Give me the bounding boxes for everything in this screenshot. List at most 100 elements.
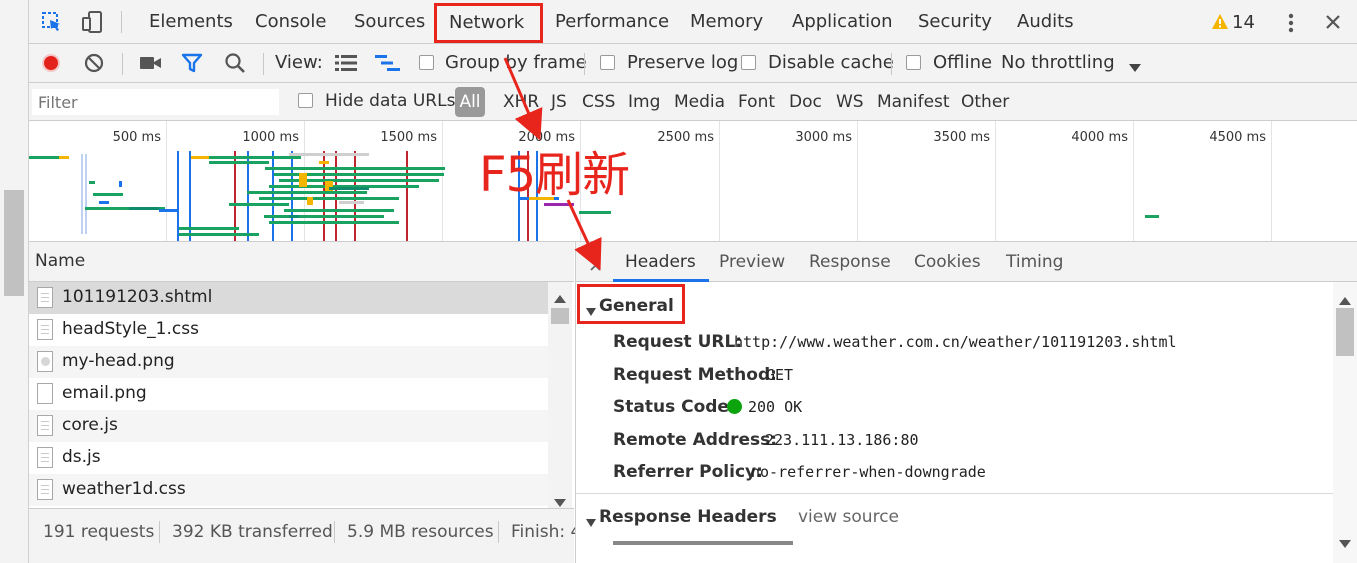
general-section-title[interactable]: General [599,296,674,316]
tab-cookies[interactable]: Cookies [914,252,981,272]
network-toolbar: View: Group by frame Preserve log Disabl… [29,44,1357,83]
scroll-down-arrow-icon[interactable] [1339,533,1351,548]
divider [498,521,499,543]
type-filter-font[interactable]: Font [738,92,775,112]
table-row[interactable]: weather1d.css [29,474,548,506]
inspect-element-icon[interactable] [41,11,63,33]
response-headers-title[interactable]: Response Headers [599,507,777,527]
timeline-tick: 3000 ms [795,130,852,145]
disable-cache-checkbox[interactable] [741,55,756,70]
throttling-select[interactable]: No throttling [1001,52,1115,73]
scroll-down-arrow-icon[interactable] [554,492,566,507]
referrer-policy-label: Referrer Policy: [613,462,763,482]
type-filter-css[interactable]: CSS [582,92,615,112]
view-source-link[interactable]: view source [798,507,899,527]
referrer-policy-value: no-referrer-when-downgrade [751,463,986,481]
tab-performance[interactable]: Performance [555,0,669,44]
warning-count[interactable]: 14 [1232,12,1255,33]
script-file-icon [37,447,53,468]
type-filter-manifest[interactable]: Manifest [877,92,950,112]
triangle-down-icon[interactable] [586,512,596,527]
tab-network[interactable]: Network [434,3,543,43]
more-menu-icon[interactable] [1287,12,1295,34]
left-scrollbar-thumb[interactable] [4,190,24,296]
table-row[interactable]: ds.js [29,442,548,474]
tab-sources[interactable]: Sources [354,0,425,44]
request-list: 101191203.shtml headStyle_1.css my-head.… [29,282,574,508]
scroll-up-arrow-icon[interactable] [554,288,566,303]
tab-memory[interactable]: Memory [690,0,763,44]
timeline-tick: 4500 ms [1209,130,1266,145]
request-name: headStyle_1.css [62,319,199,339]
tab-timing[interactable]: Timing [1006,252,1063,272]
close-icon[interactable] [1325,14,1341,30]
filter-bar: Hide data URLs All XHR JS CSS Img Media … [29,83,1357,121]
type-filter-img[interactable]: Img [628,92,660,112]
tab-application[interactable]: Application [792,0,893,44]
scrollbar-thumb[interactable] [551,308,569,324]
stylesheet-file-icon [37,319,53,340]
divider [263,53,264,75]
type-filter-ws[interactable]: WS [836,92,864,112]
group-by-frame-checkbox[interactable] [419,55,434,70]
search-icon[interactable] [224,52,246,74]
screenshot-camera-icon[interactable] [140,55,162,71]
type-filter-doc[interactable]: Doc [789,92,822,112]
request-url-label: Request URL: [613,332,743,352]
warning-icon[interactable] [1211,13,1229,31]
timeline-overview[interactable]: 500 ms 1000 ms 1500 ms 2000 ms 2500 ms 3… [29,121,1357,242]
tab-response[interactable]: Response [809,252,891,272]
tab-console[interactable]: Console [255,0,326,44]
offline-label: Offline [933,52,993,73]
triangle-down-icon[interactable] [586,301,596,316]
image-file-icon [37,351,53,372]
table-row[interactable]: headStyle_1.css [29,314,548,346]
image-file-icon [37,383,53,404]
tab-elements[interactable]: Elements [149,0,233,44]
table-row[interactable]: 101191203.shtml [29,282,548,314]
table-row[interactable]: email.png [29,378,548,410]
type-filter-media[interactable]: Media [674,92,725,112]
type-filter-other[interactable]: Other [961,92,1009,112]
device-toolbar-icon[interactable] [81,10,105,34]
preserve-log-checkbox[interactable] [600,55,615,70]
tab-preview[interactable]: Preview [719,252,785,272]
name-column-header[interactable]: Name [29,242,574,282]
group-by-frame-label: Group by frame [445,52,587,73]
close-detail-icon[interactable] [590,256,601,271]
filter-funnel-icon[interactable] [181,53,203,73]
status-code-label: Status Code: [613,397,736,417]
large-rows-list-icon[interactable] [335,54,357,72]
hide-data-urls-checkbox[interactable] [298,93,313,108]
headers-panel-scrollbar[interactable] [1333,282,1357,563]
type-filter-xhr[interactable]: XHR [503,92,539,112]
table-row[interactable]: my-head.png [29,346,548,378]
record-icon[interactable] [41,53,61,73]
type-filter-all[interactable]: All [455,87,485,117]
hide-data-urls-label: Hide data URLs [325,91,456,111]
transferred-size: 392 KB transferred [172,522,333,542]
devtools-tabbar: Elements Console Sources Network Perform… [29,0,1357,44]
request-list-scrollbar[interactable] [548,282,572,508]
tab-security[interactable]: Security [918,0,992,44]
filter-input[interactable] [32,89,279,115]
clear-icon[interactable] [84,53,104,73]
waterfall-overview-icon[interactable] [375,54,401,72]
offline-checkbox[interactable] [906,55,921,70]
tab-audits[interactable]: Audits [1017,0,1074,44]
timeline-tick: 4000 ms [1071,130,1128,145]
request-name: ds.js [62,447,101,467]
request-detail-tabs: Headers Preview Response Cookies Timing [575,242,1357,282]
request-name: weather1d.css [62,479,186,499]
disable-cache-label: Disable cache [768,52,894,73]
request-url-value: http://www.weather.com.cn/weather/101191… [734,333,1177,351]
timeline-tick: 2500 ms [657,130,714,145]
table-row[interactable]: core.js [29,410,548,442]
tab-headers[interactable]: Headers [625,252,696,272]
type-filter-js[interactable]: JS [551,92,567,112]
annotation-f5-refresh: F5刷新 [479,147,630,203]
chevron-down-icon[interactable] [1129,58,1141,72]
scrollbar-thumb[interactable] [1336,308,1354,356]
timeline-tick: 500 ms [112,130,161,145]
scroll-up-arrow-icon[interactable] [1339,290,1351,305]
